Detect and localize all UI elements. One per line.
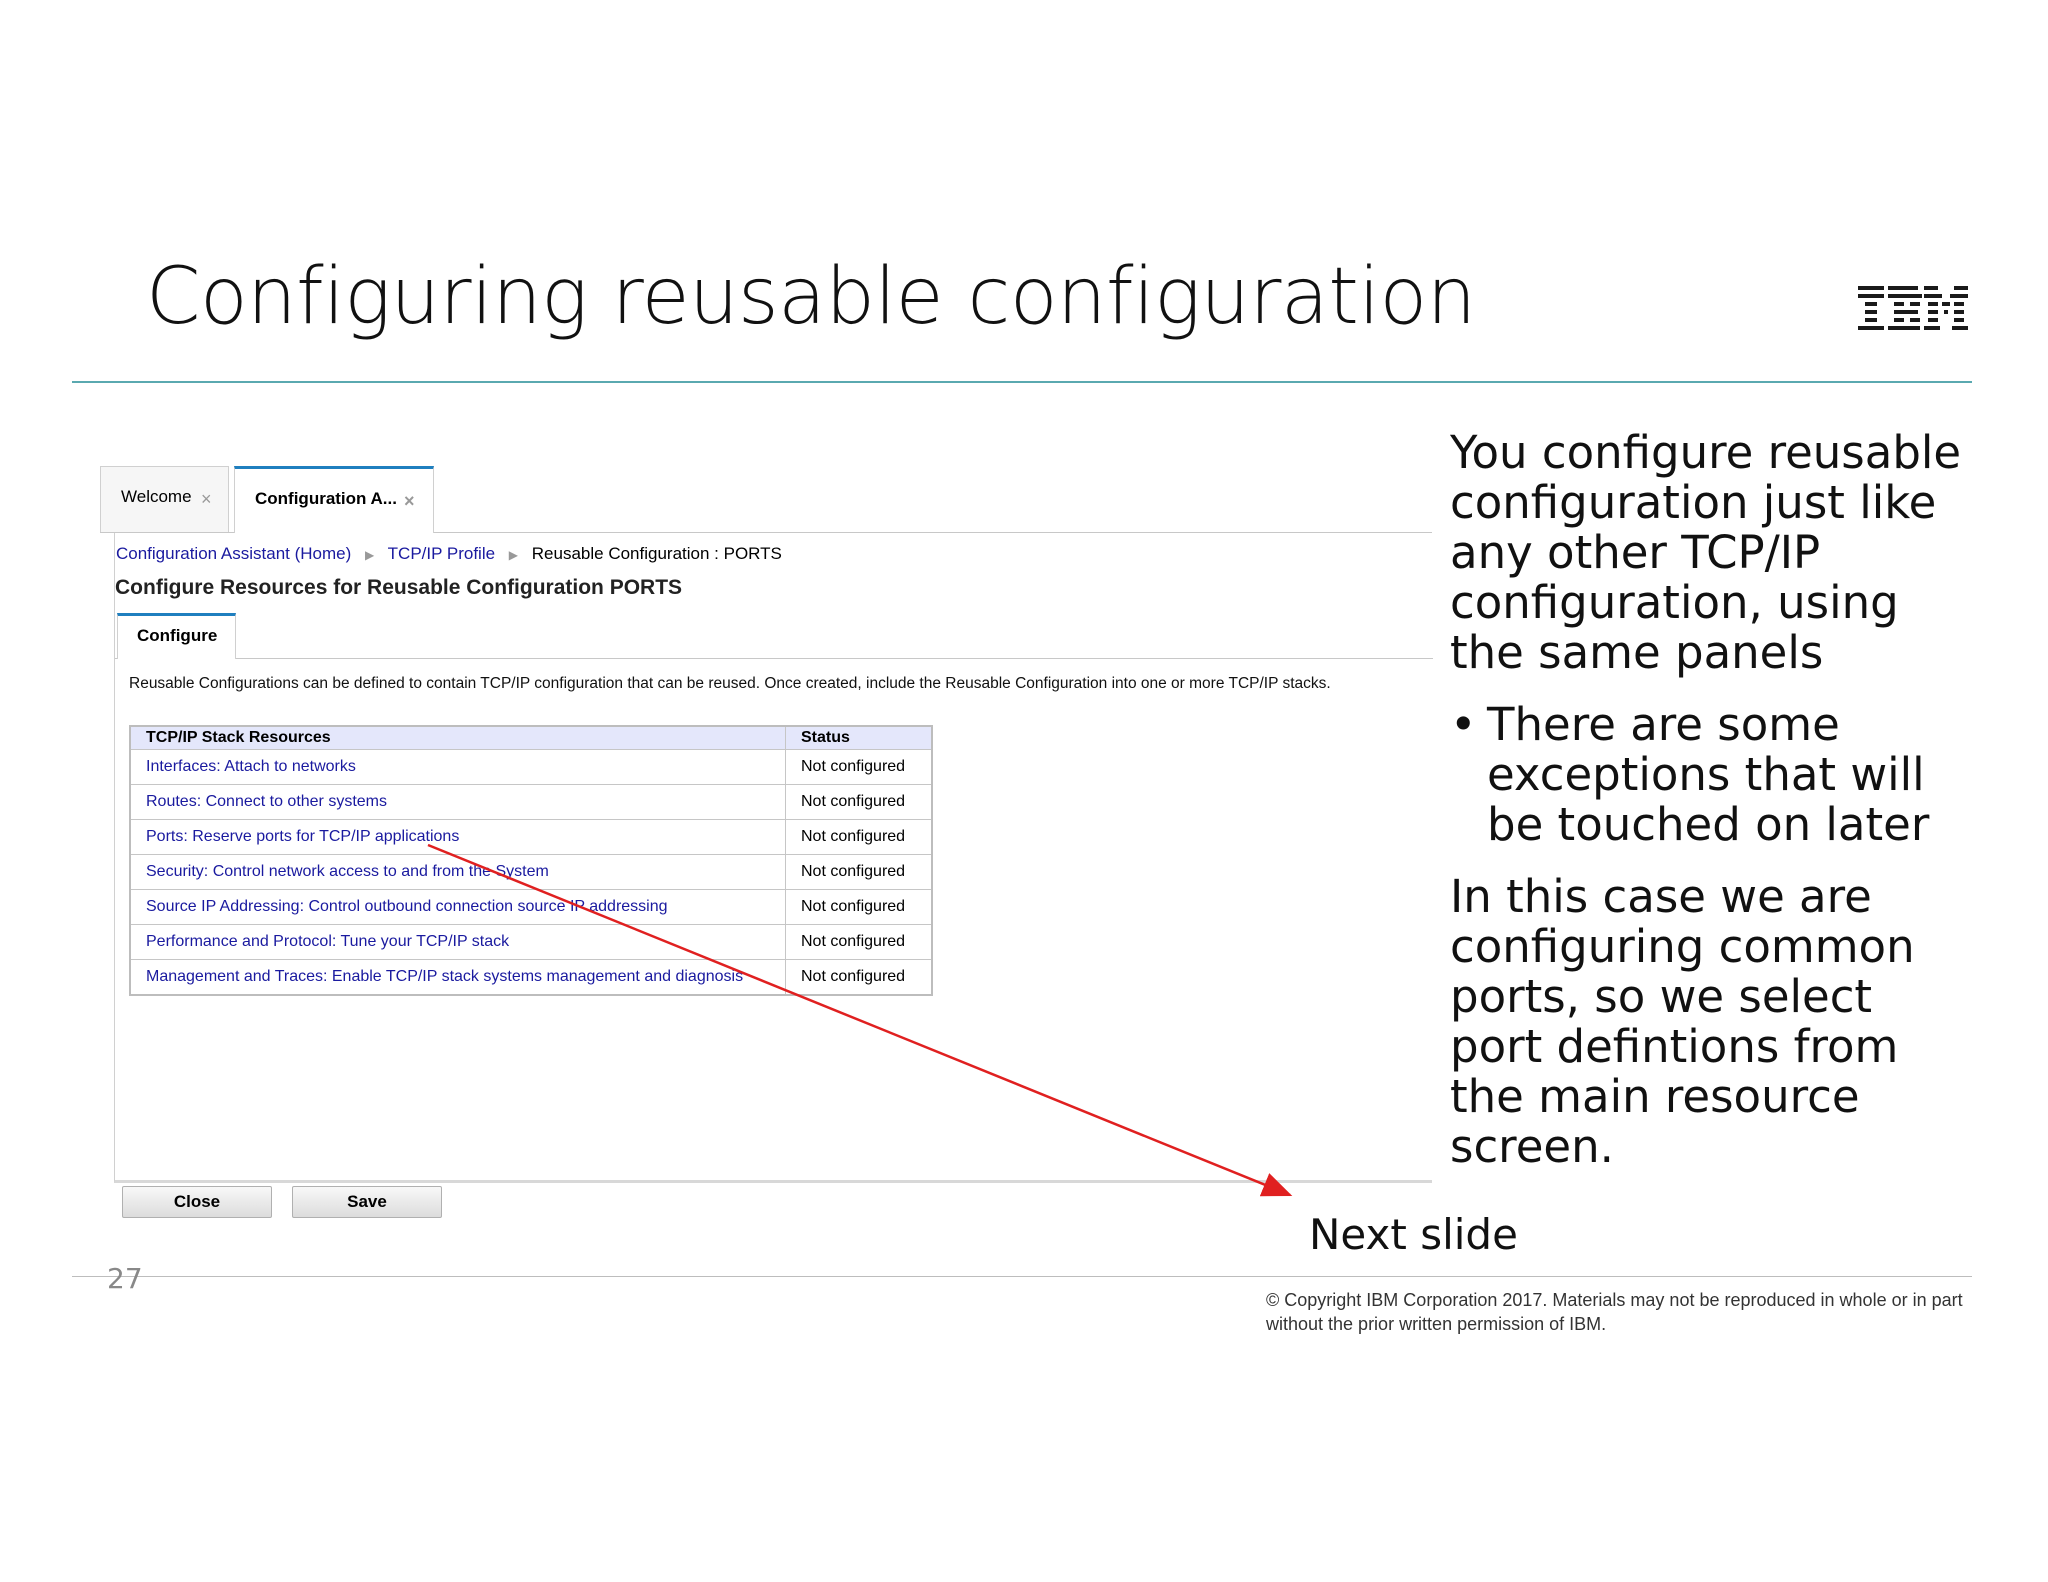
tab-configuration-assistant[interactable]: Configuration A... × — [234, 466, 434, 533]
save-button[interactable]: Save — [292, 1186, 442, 1218]
resource-link-performance[interactable]: Performance and Protocol: Tune your TCP/… — [129, 924, 786, 960]
copyright-notice: © Copyright IBM Corporation 2017. Materi… — [1266, 1290, 1963, 1334]
explanation-text: You configure reusable configuration jus… — [1450, 428, 1970, 1194]
tab-welcome[interactable]: Welcome × — [100, 466, 229, 532]
resource-link-interfaces[interactable]: Interfaces: Attach to networks — [129, 749, 786, 785]
slide-title: Configuring reusable configuration — [146, 252, 1476, 342]
main-panel: Configuration Assistant (Home) ▶ TCP/IP … — [114, 533, 1433, 1183]
table-row: Security: Control network access to and … — [129, 854, 933, 890]
explanation-paragraph: You configure reusable configuration jus… — [1450, 426, 1962, 679]
table-header-row: TCP/IP Stack Resources Status — [129, 725, 933, 750]
resource-link-management[interactable]: Management and Traces: Enable TCP/IP sta… — [129, 959, 786, 996]
table-row: Performance and Protocol: Tune your TCP/… — [129, 924, 933, 960]
breadcrumb-home-link[interactable]: Configuration Assistant (Home) — [116, 544, 351, 563]
table-row: Source IP Addressing: Control outbound c… — [129, 889, 933, 925]
subtab-bar: Configure — [115, 613, 1433, 659]
status-cell: Not configured — [785, 749, 933, 785]
page-number: 27 — [107, 1262, 143, 1295]
status-cell: Not configured — [785, 854, 933, 890]
bullet-icon: • — [1450, 698, 1477, 751]
close-icon[interactable]: × — [404, 491, 415, 512]
resources-table: TCP/IP Stack Resources Status Interfaces… — [129, 725, 933, 996]
column-header-status: Status — [785, 725, 933, 750]
description-text: Reusable Configurations can be defined t… — [129, 675, 1331, 692]
resource-link-ports[interactable]: Ports: Reserve ports for TCP/IP applicat… — [129, 819, 786, 855]
table-row: Ports: Reserve ports for TCP/IP applicat… — [129, 819, 933, 855]
bullet-item: • There are some exceptions that will be… — [1450, 700, 1970, 850]
footer-divider — [72, 1276, 1972, 1277]
bullet-text: There are some exceptions that will be t… — [1487, 698, 1930, 851]
breadcrumb: Configuration Assistant (Home) ▶ TCP/IP … — [116, 544, 782, 564]
tab-welcome-label: Welcome — [121, 487, 192, 506]
configuration-assistant-screenshot: Welcome × Configuration A... × Configura… — [100, 460, 1433, 1232]
page-title: Configure Resources for Reusable Configu… — [115, 576, 683, 599]
close-button[interactable]: Close — [122, 1186, 272, 1218]
status-cell: Not configured — [785, 784, 933, 820]
chevron-right-icon: ▶ — [508, 548, 519, 562]
breadcrumb-current: Reusable Configuration : PORTS — [531, 544, 782, 563]
resource-link-routes[interactable]: Routes: Connect to other systems — [129, 784, 786, 820]
next-slide-label: Next slide — [1309, 1210, 1518, 1259]
breadcrumb-tcpip-profile-link[interactable]: TCP/IP Profile — [388, 544, 495, 563]
table-row: Routes: Connect to other systems Not con… — [129, 784, 933, 820]
explanation-paragraph: In this case we are configuring common p… — [1450, 870, 1915, 1173]
ibm-logo — [1858, 286, 1968, 330]
resource-link-source-ip[interactable]: Source IP Addressing: Control outbound c… — [129, 889, 786, 925]
close-icon[interactable]: × — [201, 489, 212, 510]
chevron-right-icon: ▶ — [365, 548, 375, 562]
tab-bar: Welcome × Configuration A... × — [100, 460, 1432, 533]
table-row: Management and Traces: Enable TCP/IP sta… — [129, 959, 933, 996]
tab-configuration-label: Configuration A... — [255, 489, 397, 508]
status-cell: Not configured — [785, 959, 933, 996]
title-divider — [72, 381, 1972, 383]
column-header-resources: TCP/IP Stack Resources — [129, 725, 786, 750]
resource-link-security[interactable]: Security: Control network access to and … — [129, 854, 786, 890]
status-cell: Not configured — [785, 819, 933, 855]
status-cell: Not configured — [785, 924, 933, 960]
table-row: Interfaces: Attach to networks Not confi… — [129, 749, 933, 785]
tab-configure[interactable]: Configure — [117, 613, 236, 659]
status-cell: Not configured — [785, 889, 933, 925]
